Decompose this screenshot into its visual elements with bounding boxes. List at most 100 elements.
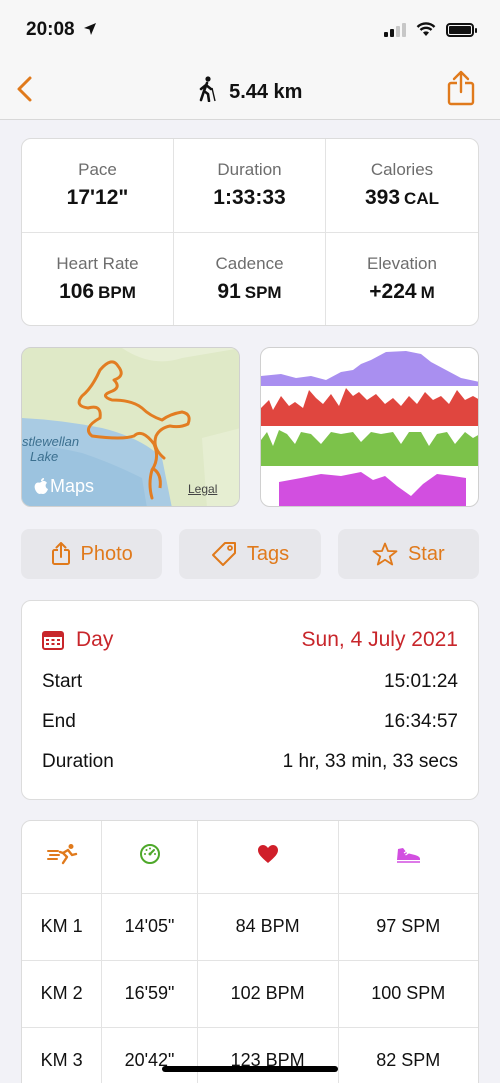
walking-icon (199, 76, 216, 102)
cadence-graph (261, 430, 478, 466)
action-buttons: Photo Tags Star (21, 529, 479, 579)
stat-unit: M (420, 282, 435, 302)
status-bar: 20:08 (0, 0, 500, 58)
wifi-icon (416, 22, 436, 36)
maps-brand-text: Maps (50, 476, 95, 496)
stat-value: 106 (59, 279, 95, 303)
stat-label: Elevation (367, 253, 437, 273)
day-date: Sun, 4 July 2021 (301, 628, 458, 651)
photo-share-icon (51, 542, 70, 565)
navigation-bar: 5.44 km (0, 58, 500, 120)
status-icons (384, 22, 477, 37)
split-pace: 14'05" (101, 893, 198, 961)
stat-unit: SPM (244, 282, 282, 302)
heart-rate-graph (261, 388, 478, 426)
map-place-line2: Lake (30, 449, 59, 464)
split-cadence: 82 SPM (338, 1027, 478, 1083)
stat-value: 1:33:33 (213, 186, 286, 210)
stat-cadence: Cadence 91 SPM (174, 232, 326, 325)
tag-icon (211, 542, 236, 566)
split-heart-rate: 123 BPM (197, 1027, 339, 1083)
stats-card: Pace 17'12" Duration 1:33:33 Calories 39… (21, 138, 479, 326)
day-row-value: 1 hr, 33 min, 33 secs (282, 751, 458, 772)
table-row[interactable]: KM 1 14'05" 84 BPM 97 SPM (22, 893, 478, 961)
stat-pace: Pace 17'12" (22, 139, 174, 233)
day-row-label: End (42, 711, 76, 732)
route-map[interactable]: stlewellan Lake Maps Legal (21, 347, 240, 507)
day-title: Day (76, 628, 114, 651)
status-time-text: 20:08 (26, 19, 75, 40)
day-row-value: 15:01:24 (384, 671, 458, 692)
split-km: KM 1 (22, 893, 103, 961)
cellular-signal-icon (384, 22, 406, 37)
split-cadence: 97 SPM (338, 893, 478, 961)
split-cadence: 100 SPM (338, 960, 478, 1028)
star-icon (372, 542, 398, 566)
table-row[interactable]: KM 3 20'42" 123 BPM 82 SPM (22, 1027, 478, 1083)
splits-header-cadence (338, 821, 478, 894)
splits-header-row (22, 821, 478, 894)
stat-elevation: Elevation +224 M (326, 233, 478, 326)
day-row-value: 16:34:57 (384, 711, 458, 732)
tags-button-label: Tags (246, 542, 290, 565)
stat-label: Calories (370, 160, 434, 180)
splits-header-pace (101, 821, 198, 894)
workout-title: 5.44 km (0, 76, 500, 104)
split-km: KM 3 (22, 1027, 103, 1083)
day-row-label: Start (42, 671, 83, 692)
stat-unit: BPM (98, 282, 136, 302)
split-km: KM 2 (22, 960, 103, 1028)
stat-duration: Duration 1:33:33 (174, 139, 326, 233)
day-row-duration: Duration 1 hr, 33 min, 33 secs (42, 751, 458, 773)
split-pace: 20'42" (101, 1027, 198, 1083)
stat-label: Pace (78, 160, 117, 180)
stat-value: 91 (217, 279, 241, 303)
tags-button[interactable]: Tags (179, 529, 321, 579)
stat-value: +224 (369, 279, 417, 303)
star-button[interactable]: Star (337, 529, 479, 579)
day-row-end: End 16:34:57 (42, 711, 458, 733)
heart-icon (257, 845, 278, 864)
map-legal-link[interactable]: Legal (188, 482, 217, 496)
stat-label: Cadence (215, 253, 284, 273)
day-row-label: Duration (42, 751, 114, 772)
splits-header-km (22, 821, 103, 894)
photo-button[interactable]: Photo (21, 529, 163, 579)
share-icon[interactable] (444, 70, 478, 106)
map-place-label: stlewellan Lake (22, 434, 79, 464)
splits-header-heart-rate (197, 821, 339, 894)
stat-label: Duration (217, 160, 282, 180)
star-button-label: Star (407, 542, 445, 565)
day-card: Day Sun, 4 July 2021 Start 15:01:24 End … (21, 600, 479, 800)
stat-value: 393 (365, 186, 401, 210)
speedometer-icon (139, 844, 160, 865)
elevation-graph (261, 351, 478, 386)
stat-label: Heart Rate (56, 253, 139, 273)
day-row-start: Start 15:01:24 (42, 671, 458, 693)
stat-heart-rate: Heart Rate 106 BPM (22, 232, 174, 325)
split-heart-rate: 84 BPM (197, 893, 339, 961)
battery-icon (446, 22, 477, 37)
stat-calories: Calories 393 CAL (326, 139, 478, 233)
workout-graphs-image (261, 351, 478, 506)
shoe-icon (397, 848, 421, 863)
photo-button-label: Photo (80, 542, 133, 565)
workout-graphs[interactable] (260, 347, 479, 507)
location-arrow-icon (83, 23, 96, 35)
maps-attribution: Maps (34, 476, 94, 497)
stat-value: 17'12" (66, 186, 129, 210)
pace-graph (279, 472, 466, 506)
calendar-icon (42, 631, 64, 650)
running-icon (46, 844, 77, 865)
apple-logo-icon (34, 478, 48, 494)
split-pace: 16'59" (101, 960, 198, 1028)
status-time: 20:08 (26, 19, 97, 41)
stat-unit: CAL (404, 189, 439, 209)
day-header: Day Sun, 4 July 2021 (42, 628, 458, 652)
split-heart-rate: 102 BPM (197, 960, 339, 1028)
map-place-line1: stlewellan (22, 434, 80, 449)
splits-table: KM 1 14'05" 84 BPM 97 SPM KM 2 16'59" 10… (21, 820, 479, 1083)
table-row[interactable]: KM 2 16'59" 102 BPM 100 SPM (22, 960, 478, 1028)
home-indicator[interactable] (162, 1066, 338, 1072)
workout-distance: 5.44 km (229, 81, 303, 103)
